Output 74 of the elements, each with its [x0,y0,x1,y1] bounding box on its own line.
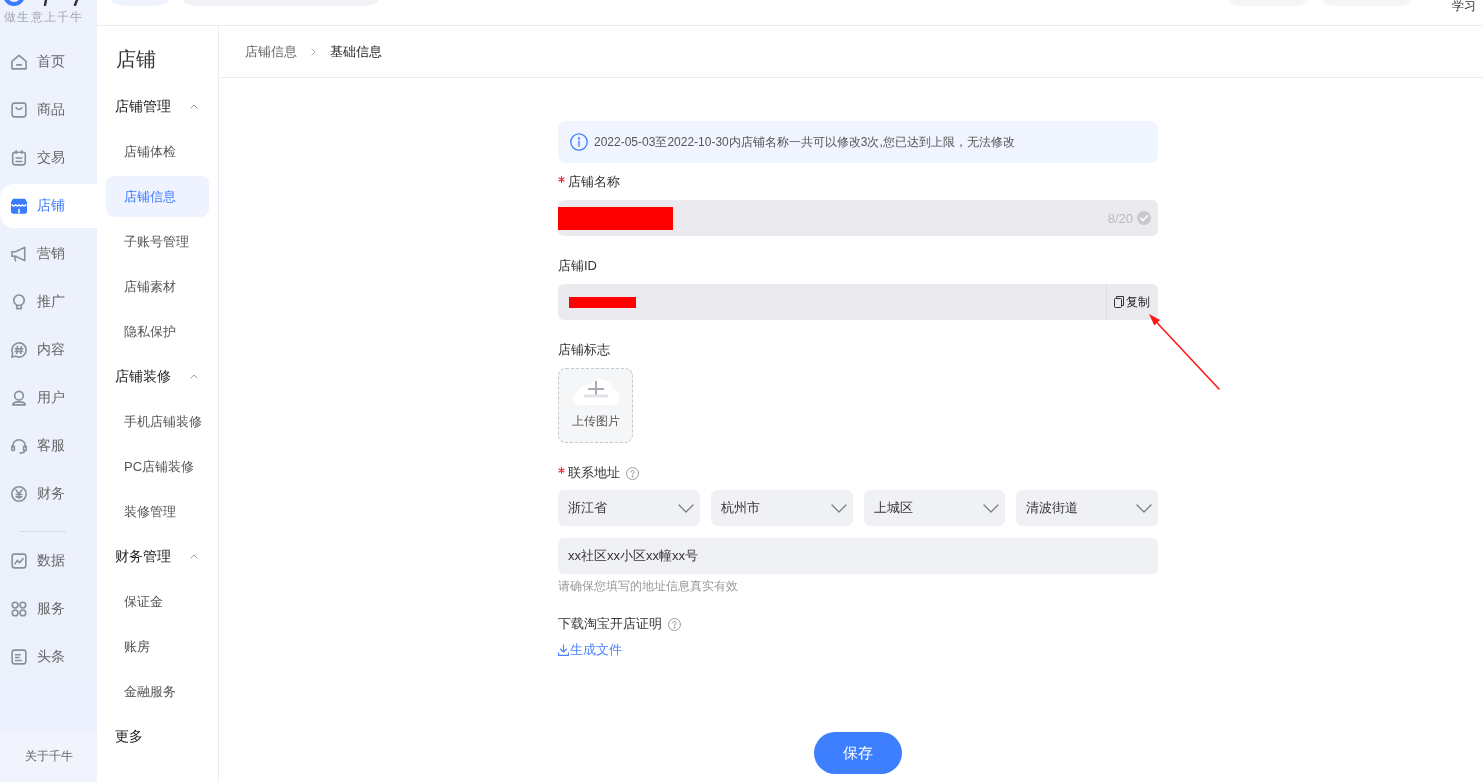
nav-item[interactable]: 推广 [0,280,97,324]
document-icon [11,649,27,665]
megaphone-icon [11,246,27,262]
menu-group-header[interactable]: 店铺管理 [97,84,218,129]
menu-group-header[interactable]: 店铺装修 [97,354,218,399]
menu-group-header[interactable]: 财务管理 [97,534,218,579]
info-icon [570,133,588,151]
box-icon [11,102,27,118]
nav-item[interactable]: 客服 [0,424,97,468]
nav-item[interactable]: 首页 [0,40,97,84]
field-label: 下载淘宝开店证明 [558,615,662,633]
lightbulb-icon [11,294,27,310]
breadcrumb-item: 基础信息 [330,42,382,61]
more-link[interactable]: 更多 [115,727,143,746]
menu-item[interactable]: 账房 [106,626,209,667]
nav-item[interactable]: 营销 [0,232,97,276]
nav-item[interactable]: 用户 [0,376,97,420]
field-label: 店铺名称 [568,173,620,191]
clipboard-icon [11,150,27,166]
check-icon [1137,211,1151,225]
field-label: 联系地址 [568,464,620,482]
chart-icon [11,553,27,569]
headset-icon [11,438,27,454]
nav-item[interactable]: 交易 [0,136,97,180]
nav-item[interactable]: 数据 [0,539,97,583]
dropdown[interactable]: 杭州市 [710,490,853,526]
notice-text: 2022-05-03至2022-10-30内店铺名称一共可以修改3次,您已达到上限，无法修改 [594,133,1015,151]
section-title: 店铺 [116,47,156,72]
breadcrumb-item[interactable]: 店铺信息 [245,42,297,61]
store-icon [11,198,27,214]
menu-item[interactable]: 隐私保护 [106,311,209,352]
nav-item[interactable]: 服务 [0,587,97,631]
menu-item[interactable]: 金融服务 [106,671,209,712]
nav-item[interactable]: 财务 [0,472,97,516]
download-icon [558,644,569,656]
nav-item[interactable]: 商品 [0,88,97,132]
header-link[interactable]: 学习 [1452,0,1476,13]
nav-item[interactable]: 店铺 [0,184,97,228]
upload-button[interactable]: 上传图片 [558,368,633,443]
dropdown[interactable]: 上城区 [863,490,1006,526]
grid-icon [11,601,27,617]
user-icon [11,390,27,406]
text-field[interactable]: 复制 [558,284,1158,320]
dropdown[interactable]: 清波街道 [1016,490,1158,526]
chevron-down-icon [830,503,847,513]
yen-icon [11,486,27,502]
nav-item[interactable]: 内容 [0,328,97,372]
field-label: 店铺ID [558,257,597,275]
hash-icon [11,342,27,358]
field-hint: 请确保您填写的地址信息真实有效 [558,578,738,594]
chevron-right-icon [311,47,316,56]
home-icon [11,54,27,70]
save-button[interactable]: 保存 [814,732,902,774]
chevron-down-icon [983,503,1000,513]
cloud-plus-icon [572,378,619,406]
menu-item[interactable]: 店铺信息 [106,176,209,217]
generate-file-link[interactable]: 生成文件 [558,642,622,658]
dropdown[interactable]: 浙江省 [558,490,700,526]
chevron-down-icon [677,503,694,513]
copy-icon [1114,296,1124,308]
menu-item[interactable]: 店铺体检 [106,131,209,172]
chevron-down-icon [1136,503,1152,513]
about-link[interactable]: 关于千牛 [24,748,73,765]
menu-item[interactable]: 子账号管理 [106,221,209,262]
help-icon[interactable] [626,466,639,480]
menu-item[interactable]: PC店铺装修 [106,446,209,487]
menu-item[interactable]: 手机店铺装修 [106,401,209,442]
menu-item[interactable]: 店铺素材 [106,266,209,307]
nav-item[interactable]: 头条 [0,635,97,679]
help-icon[interactable] [668,617,681,631]
field-label: 店铺标志 [558,341,610,359]
address-field[interactable]: xx社区xx小区xx幢xx号 [558,538,1158,574]
menu-item[interactable]: 保证金 [106,581,209,622]
menu-item[interactable]: 装修管理 [106,491,209,532]
